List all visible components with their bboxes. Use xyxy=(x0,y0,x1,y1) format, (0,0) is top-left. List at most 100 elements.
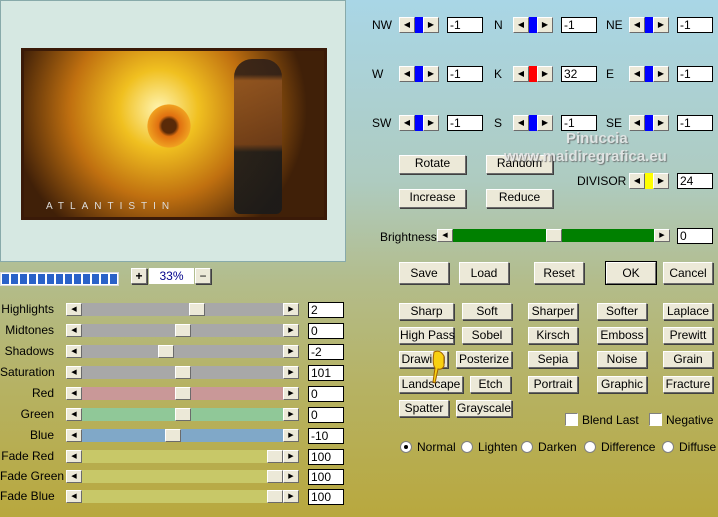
arrow-right-icon[interactable]: ▶ xyxy=(283,470,299,483)
preset-button[interactable]: Posterize xyxy=(456,351,512,368)
matrix-thumb[interactable] xyxy=(415,115,423,131)
slider-thumb[interactable] xyxy=(267,450,283,463)
preset-button[interactable]: Softer xyxy=(597,303,647,320)
blend-last-checkbox[interactable] xyxy=(565,413,578,426)
arrow-left-icon[interactable]: ◀ xyxy=(66,324,82,337)
slider-thumb[interactable] xyxy=(174,387,191,400)
zoom-out-button[interactable]: − xyxy=(195,268,211,284)
preset-button[interactable]: Emboss xyxy=(597,327,647,344)
matrix-value[interactable]: -1 xyxy=(677,66,713,82)
arrow-right-icon[interactable]: ▶ xyxy=(653,66,669,82)
matrix-value[interactable]: -1 xyxy=(677,115,713,131)
adjust-value[interactable]: 100 xyxy=(308,489,344,505)
adjust-slider[interactable]: ◀ ▶ xyxy=(66,303,299,316)
arrow-left-icon[interactable]: ◀ xyxy=(66,450,82,463)
increase-button[interactable]: Increase xyxy=(399,189,466,208)
adjust-slider[interactable]: ◀ ▶ xyxy=(66,324,299,337)
arrow-right-icon[interactable]: ▶ xyxy=(283,366,299,379)
matrix-spinner[interactable]: ◀ ▶ xyxy=(399,115,439,131)
cancel-button[interactable]: Cancel xyxy=(663,262,713,284)
slider-thumb[interactable] xyxy=(174,366,191,379)
preset-button[interactable]: Sharp xyxy=(399,303,454,320)
slider-thumb[interactable] xyxy=(267,470,283,483)
arrow-left-icon[interactable]: ◀ xyxy=(66,490,82,503)
adjust-value[interactable]: 2 xyxy=(308,302,344,318)
arrow-left-icon[interactable]: ◀ xyxy=(629,66,645,82)
matrix-thumb[interactable] xyxy=(645,66,653,82)
preset-button[interactable]: Grain xyxy=(663,351,713,368)
matrix-spinner[interactable]: ◀ ▶ xyxy=(399,66,439,82)
brightness-slider[interactable]: ◀ ▶ xyxy=(437,229,670,242)
matrix-value[interactable]: -1 xyxy=(561,115,597,131)
matrix-thumb[interactable] xyxy=(529,115,537,131)
adjust-slider[interactable]: ◀ ▶ xyxy=(66,366,299,379)
adjust-slider[interactable]: ◀ ▶ xyxy=(66,450,299,463)
arrow-right-icon[interactable]: ▶ xyxy=(653,17,669,33)
adjust-value[interactable]: -10 xyxy=(308,428,344,444)
arrow-left-icon[interactable]: ◀ xyxy=(399,115,415,131)
arrow-left-icon[interactable]: ◀ xyxy=(629,115,645,131)
adjust-slider[interactable]: ◀ ▶ xyxy=(66,408,299,421)
slider-thumb[interactable] xyxy=(189,303,206,316)
divisor-value[interactable]: 24 xyxy=(677,173,713,189)
arrow-left-icon[interactable]: ◀ xyxy=(66,429,82,442)
arrow-right-icon[interactable]: ▶ xyxy=(423,66,439,82)
ok-button[interactable]: OK xyxy=(605,261,657,285)
mode-radio[interactable] xyxy=(521,441,533,453)
matrix-thumb[interactable] xyxy=(529,66,537,82)
matrix-spinner[interactable]: ◀ ▶ xyxy=(399,17,439,33)
preset-button[interactable]: Sobel xyxy=(462,327,512,344)
reduce-button[interactable]: Reduce xyxy=(486,189,553,208)
mode-radio[interactable] xyxy=(461,441,473,453)
preset-button[interactable]: Kirsch xyxy=(528,327,578,344)
arrow-left-icon[interactable]: ◀ xyxy=(629,17,645,33)
adjust-value[interactable]: 101 xyxy=(308,365,344,381)
arrow-right-icon[interactable]: ▶ xyxy=(423,115,439,131)
arrow-right-icon[interactable]: ▶ xyxy=(423,17,439,33)
load-button[interactable]: Load xyxy=(459,262,509,284)
preset-button[interactable]: Soft xyxy=(462,303,512,320)
matrix-value[interactable]: -1 xyxy=(447,17,483,33)
adjust-value[interactable]: 100 xyxy=(308,449,344,465)
matrix-spinner[interactable]: ◀ ▶ xyxy=(629,17,669,33)
arrow-right-icon[interactable]: ▶ xyxy=(537,17,553,33)
adjust-value[interactable]: 0 xyxy=(308,323,344,339)
mode-radio[interactable] xyxy=(584,441,596,453)
arrow-left-icon[interactable]: ◀ xyxy=(66,345,82,358)
arrow-right-icon[interactable]: ▶ xyxy=(537,66,553,82)
adjust-slider[interactable]: ◀ ▶ xyxy=(66,387,299,400)
matrix-thumb[interactable] xyxy=(415,66,423,82)
arrow-left-icon[interactable]: ◀ xyxy=(629,173,645,189)
arrow-right-icon[interactable]: ▶ xyxy=(283,490,299,503)
divisor-spinner[interactable]: ◀ ▶ xyxy=(629,173,669,189)
matrix-spinner[interactable]: ◀ ▶ xyxy=(629,66,669,82)
adjust-slider[interactable]: ◀ ▶ xyxy=(66,470,299,483)
reset-button[interactable]: Reset xyxy=(534,262,584,284)
matrix-spinner[interactable]: ◀ ▶ xyxy=(513,66,553,82)
slider-thumb[interactable] xyxy=(174,408,191,421)
arrow-right-icon[interactable]: ▶ xyxy=(283,303,299,316)
preset-button[interactable]: Graphic xyxy=(597,376,647,393)
arrow-left-icon[interactable]: ◀ xyxy=(437,229,453,242)
matrix-spinner[interactable]: ◀ ▶ xyxy=(629,115,669,131)
arrow-left-icon[interactable]: ◀ xyxy=(399,66,415,82)
arrow-right-icon[interactable]: ▶ xyxy=(653,115,669,131)
arrow-right-icon[interactable]: ▶ xyxy=(283,429,299,442)
slider-thumb[interactable] xyxy=(165,429,182,442)
preset-button[interactable]: Etch xyxy=(470,376,511,393)
preset-button[interactable]: Grayscale xyxy=(456,400,512,417)
arrow-right-icon[interactable]: ▶ xyxy=(653,173,669,189)
arrow-left-icon[interactable]: ◀ xyxy=(66,408,82,421)
preset-button[interactable]: Prewitt xyxy=(663,327,713,344)
slider-thumb[interactable] xyxy=(267,490,283,503)
arrow-right-icon[interactable]: ▶ xyxy=(283,324,299,337)
arrow-left-icon[interactable]: ◀ xyxy=(399,17,415,33)
preset-button[interactable]: Noise xyxy=(597,351,647,368)
brightness-thumb[interactable] xyxy=(546,229,562,242)
preset-button[interactable]: Portrait xyxy=(528,376,578,393)
adjust-value[interactable]: 0 xyxy=(308,386,344,402)
preset-button[interactable]: Spatter xyxy=(399,400,449,417)
preset-button[interactable]: High Pass xyxy=(399,327,455,344)
arrow-left-icon[interactable]: ◀ xyxy=(66,303,82,316)
matrix-thumb[interactable] xyxy=(415,17,423,33)
